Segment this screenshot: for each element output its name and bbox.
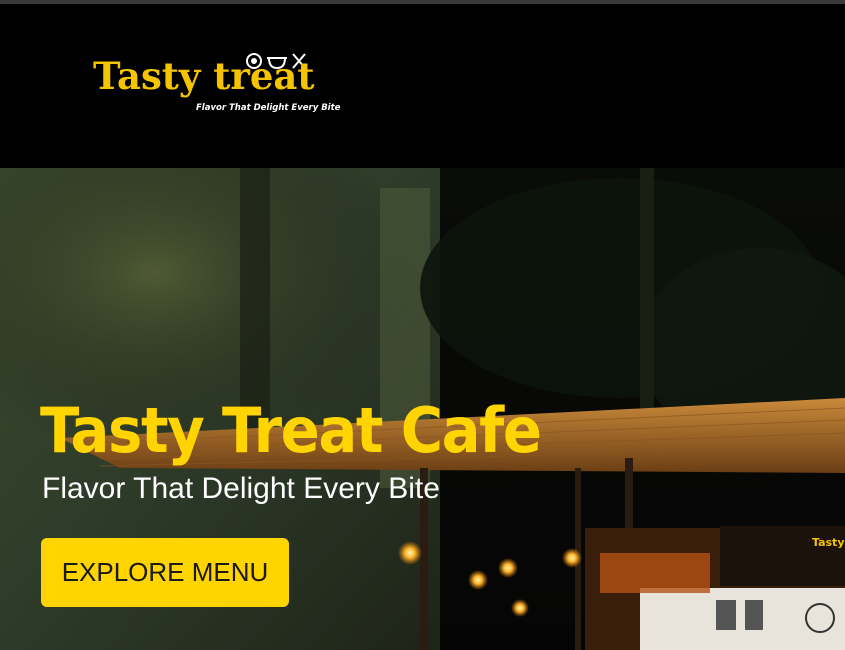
logo-tagline: Flavor That Delight Every Bite (196, 103, 341, 113)
hero-section: Tasty Tasty Treat Cafe Flavor That Delig… (0, 168, 845, 650)
hero-subtitle: Flavor That Delight Every Bite (42, 472, 440, 505)
hero-title: Tasty Treat Cafe (40, 393, 542, 467)
site-header: Tasty treat Flavor That Delight Every Bi… (0, 4, 845, 168)
site-logo[interactable]: Tasty treat Flavor That Delight Every Bi… (93, 50, 341, 120)
explore-menu-button[interactable]: EXPLORE MENU (41, 538, 289, 607)
svg-text:Tasty: Tasty (812, 536, 844, 549)
logo-name: Tasty treat (93, 54, 315, 98)
